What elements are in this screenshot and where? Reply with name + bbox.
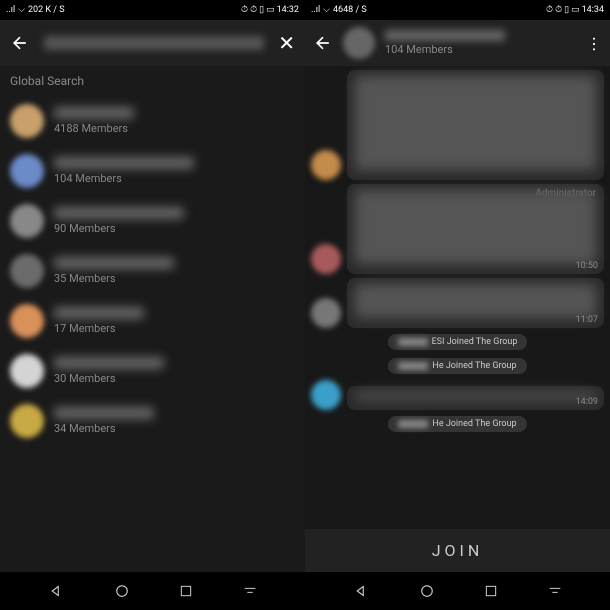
join-button[interactable]: JOIN	[305, 529, 610, 572]
result-avatar	[10, 254, 44, 288]
search-result-item[interactable]: 35 Members	[0, 246, 305, 296]
message-content	[355, 190, 596, 264]
back-icon[interactable]	[313, 33, 333, 53]
message-time: 11:07	[576, 315, 598, 325]
search-result-item[interactable]: 104 Members	[0, 146, 305, 196]
nav-drawer-icon[interactable]	[242, 583, 258, 599]
search-result-item[interactable]: 4188 Members	[0, 96, 305, 146]
nav-home-icon[interactable]	[418, 582, 436, 600]
result-title	[54, 407, 154, 419]
net-speed: 202 K / S	[28, 5, 65, 15]
message-bubble[interactable]	[347, 70, 604, 180]
message-row[interactable]: 11:07	[311, 278, 604, 328]
message-content	[355, 76, 596, 170]
message-time: 10:50	[576, 261, 598, 271]
result-members: 104 Members	[54, 172, 295, 185]
result-title	[54, 357, 164, 369]
result-members: 4188 Members	[54, 122, 295, 135]
nav-drawer-icon[interactable]	[547, 583, 563, 599]
search-header: ✕	[0, 20, 305, 66]
vibrate-icon: ▯	[259, 5, 264, 15]
chat-title	[385, 30, 505, 41]
result-members: 34 Members	[54, 422, 295, 435]
search-results: 4188 Members 104 Members 90 Members 35 M…	[0, 96, 305, 572]
result-avatar	[10, 354, 44, 388]
signal-icon: ..ıl	[6, 5, 15, 15]
nav-bar	[0, 572, 610, 610]
search-result-item[interactable]: 34 Members	[0, 396, 305, 446]
result-avatar	[10, 104, 44, 138]
system-message: He Joined The Group	[388, 358, 526, 374]
right-screen: ..ıl ⌵ 4648 / S ⏱ ⏱ ▯ ▭ 14:34 104 Member…	[305, 0, 610, 572]
left-screen: ..ıl ⌵ 202 K / S ⏱ ⏱ ▯ ▭ 14:32 ✕ Global …	[0, 0, 305, 572]
message-content	[355, 284, 596, 318]
message-bubble[interactable]: 14:09	[347, 386, 604, 410]
chat-avatar[interactable]	[343, 27, 375, 59]
net-speed: 4648 / S	[333, 5, 367, 15]
message-row[interactable]: Administrator 10:50	[311, 184, 604, 274]
wifi-icon: ⌵	[18, 5, 25, 15]
result-members: 90 Members	[54, 222, 295, 235]
search-result-item[interactable]: 30 Members	[0, 346, 305, 396]
close-icon[interactable]: ✕	[278, 31, 295, 55]
result-members: 17 Members	[54, 322, 295, 335]
result-title	[54, 207, 184, 219]
status-bar: ..ıl ⌵ 202 K / S ⏱ ⏱ ▯ ▭ 14:32	[0, 0, 305, 20]
result-avatar	[10, 154, 44, 188]
result-avatar	[10, 204, 44, 238]
vibrate-icon: ▯	[564, 5, 569, 15]
message-avatar[interactable]	[311, 150, 341, 180]
search-result-item[interactable]: 17 Members	[0, 296, 305, 346]
wifi-icon: ⌵	[323, 5, 330, 15]
nav-recent-icon[interactable]	[483, 583, 499, 599]
menu-icon[interactable]: ⋯	[585, 36, 604, 51]
result-title	[54, 257, 174, 269]
message-time: 14:09	[576, 397, 598, 407]
alarm-icon: ⏱	[250, 5, 257, 15]
message-row[interactable]	[311, 70, 604, 180]
result-members: 30 Members	[54, 372, 295, 385]
chat-subtitle: 104 Members	[385, 43, 577, 56]
alarm-icon: ⏱	[555, 5, 562, 15]
result-title	[54, 307, 144, 319]
message-row[interactable]: 14:09	[311, 380, 604, 410]
message-bubble[interactable]: Administrator 10:50	[347, 184, 604, 274]
result-title	[54, 107, 134, 119]
result-avatar	[10, 304, 44, 338]
status-bar: ..ıl ⌵ 4648 / S ⏱ ⏱ ▯ ▭ 14:34	[305, 0, 610, 20]
back-icon[interactable]	[10, 33, 30, 53]
messages-area[interactable]: Administrator 10:50 11:07 ESI Joined The…	[305, 66, 610, 529]
result-title	[54, 157, 194, 169]
status-time: 14:32	[277, 5, 299, 15]
chat-header[interactable]: 104 Members ⋯	[305, 20, 610, 66]
search-result-item[interactable]: 90 Members	[0, 196, 305, 246]
section-label: Global Search	[0, 66, 305, 96]
result-members: 35 Members	[54, 272, 295, 285]
search-input[interactable]	[44, 36, 264, 50]
result-avatar	[10, 404, 44, 438]
alarm-icon: ⏱	[241, 5, 248, 15]
system-message: ESI Joined The Group	[388, 334, 528, 350]
system-message: He Joined The Group	[388, 416, 526, 432]
battery-icon: ▭	[571, 5, 580, 15]
nav-back-icon[interactable]	[352, 582, 370, 600]
alarm-icon: ⏱	[546, 5, 553, 15]
nav-back-icon[interactable]	[47, 582, 65, 600]
battery-icon: ▭	[266, 5, 275, 15]
message-content	[355, 392, 596, 400]
message-avatar[interactable]	[311, 380, 341, 410]
message-avatar[interactable]	[311, 244, 341, 274]
nav-recent-icon[interactable]	[178, 583, 194, 599]
nav-home-icon[interactable]	[113, 582, 131, 600]
message-bubble[interactable]: 11:07	[347, 278, 604, 328]
message-avatar[interactable]	[311, 298, 341, 328]
status-time: 14:34	[582, 5, 604, 15]
signal-icon: ..ıl	[311, 5, 320, 15]
